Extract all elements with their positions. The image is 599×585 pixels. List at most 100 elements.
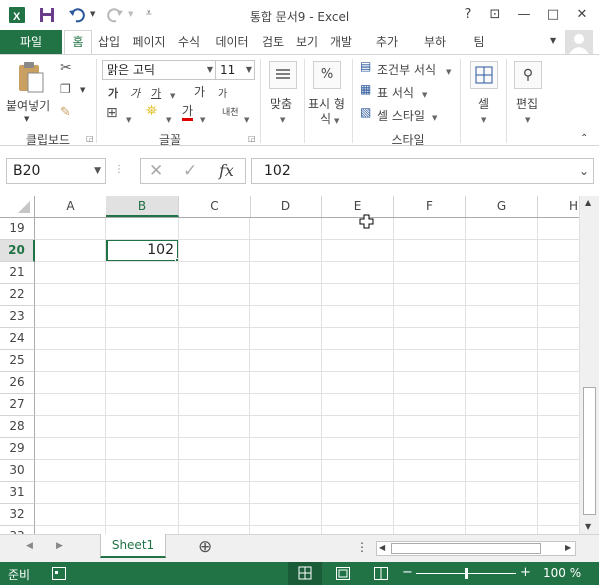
underline-button[interactable]: 가: [151, 85, 161, 101]
number-format-dropdown-icon[interactable]: ▼: [334, 112, 339, 126]
row-header-26[interactable]: 26: [0, 372, 35, 394]
italic-button[interactable]: 가: [130, 85, 140, 101]
horizontal-scrollbar[interactable]: ◀ ▶: [376, 541, 576, 556]
row-header-22[interactable]: 22: [0, 284, 35, 306]
font-name-combo[interactable]: 맑은 고딕 ▼: [102, 60, 216, 80]
column-header-d[interactable]: D: [250, 196, 322, 217]
row-header-24[interactable]: 24: [0, 328, 35, 350]
scroll-right-icon[interactable]: ▶: [565, 543, 571, 552]
macro-record-icon[interactable]: [52, 567, 66, 580]
active-cell[interactable]: 102: [106, 239, 179, 262]
percent-icon[interactable]: %: [313, 61, 341, 89]
alignment-icon[interactable]: [269, 61, 297, 89]
underline-dropdown-icon[interactable]: ▼: [170, 87, 175, 101]
cancel-icon[interactable]: ✕: [149, 161, 163, 181]
column-header-c[interactable]: C: [179, 196, 251, 217]
conditional-formatting-dropdown-icon[interactable]: ▼: [446, 63, 451, 77]
normal-view-button[interactable]: [288, 562, 322, 585]
collapse-ribbon-caret-icon[interactable]: ⌃: [580, 133, 588, 144]
row-header-25[interactable]: 25: [0, 350, 35, 372]
scroll-down-icon[interactable]: ▼: [585, 522, 591, 531]
row-header-23[interactable]: 23: [0, 306, 35, 328]
ribbon-display-options-button[interactable]: ⊡: [482, 4, 508, 26]
alignment-button[interactable]: 맞춤: [270, 95, 292, 112]
zoom-level[interactable]: 100 %: [543, 566, 581, 580]
worksheet-grid[interactable]: ABCDEFGH 102 19 20 21 22 23 24 25 26 27 28 29 30 31 3…: [0, 196, 579, 534]
row-header-19[interactable]: 19: [0, 218, 35, 240]
binoculars-icon[interactable]: ⚲: [514, 61, 542, 89]
tab-split-grip-icon[interactable]: ⋮: [356, 540, 368, 554]
next-sheet-icon[interactable]: ▶: [56, 541, 63, 551]
sheet-tab-sheet1[interactable]: Sheet1: [100, 534, 166, 558]
tab-page-layout[interactable]: 페이지: [128, 30, 170, 54]
cells-icon[interactable]: [470, 61, 498, 89]
paste-icon[interactable]: [16, 61, 46, 95]
paste-button[interactable]: 붙여넣기: [6, 97, 50, 114]
font-color-button[interactable]: 가: [182, 105, 194, 121]
vertical-scrollbar[interactable]: ▲ ▼: [579, 196, 599, 534]
row-header-20[interactable]: 20: [0, 240, 35, 262]
scroll-left-icon[interactable]: ◀: [379, 543, 385, 552]
tab-data[interactable]: 데이터: [210, 30, 254, 54]
vertical-scroll-thumb[interactable]: [583, 387, 596, 515]
enter-icon[interactable]: ✓: [183, 161, 197, 181]
zoom-in-button[interactable]: +: [520, 565, 531, 580]
tab-developer[interactable]: 개발: [326, 30, 356, 54]
cells-button[interactable]: 셀: [478, 95, 489, 112]
insert-function-icon[interactable]: fx: [219, 161, 234, 180]
phonetic-guide-button[interactable]: 내천: [222, 105, 239, 118]
select-all-corner[interactable]: [0, 196, 35, 217]
font-dialog-launcher-icon[interactable]: ◲: [248, 134, 256, 143]
formula-input[interactable]: 102 ⌄: [251, 158, 594, 184]
tab-review[interactable]: 검토: [258, 30, 288, 54]
tab-view[interactable]: 보기: [292, 30, 322, 54]
row-header-33[interactable]: 33: [0, 526, 35, 534]
cut-icon[interactable]: ✂: [60, 60, 72, 76]
row-header-21[interactable]: 21: [0, 262, 35, 284]
name-box[interactable]: B20 ▼: [6, 158, 106, 184]
help-button[interactable]: ?: [455, 4, 481, 26]
borders-dropdown-icon[interactable]: ▼: [126, 111, 131, 125]
horizontal-scroll-thumb[interactable]: [391, 543, 541, 554]
font-color-dropdown-icon[interactable]: ▼: [200, 111, 205, 125]
tab-insert[interactable]: 삽입: [94, 30, 124, 54]
row-header-28[interactable]: 28: [0, 416, 35, 438]
shrink-font-button[interactable]: 가: [218, 85, 227, 100]
copy-icon[interactable]: ❐: [60, 82, 71, 96]
grow-font-button[interactable]: 가: [194, 83, 205, 100]
column-header-g[interactable]: G: [466, 196, 538, 217]
minimize-button[interactable]: —: [511, 4, 537, 26]
expand-formula-bar-icon[interactable]: ⌄: [579, 159, 589, 183]
bold-button[interactable]: 가: [108, 85, 118, 101]
zoom-out-button[interactable]: −: [402, 565, 413, 580]
borders-icon[interactable]: ⊞: [106, 105, 118, 121]
tab-home[interactable]: 홈: [64, 30, 92, 55]
zoom-slider-thumb[interactable]: [465, 568, 468, 579]
scroll-up-icon[interactable]: ▲: [585, 198, 591, 207]
column-header-h[interactable]: H: [538, 196, 579, 217]
account-avatar[interactable]: [565, 30, 593, 54]
column-header-a[interactable]: A: [35, 196, 107, 217]
row-header-32[interactable]: 32: [0, 504, 35, 526]
row-header-29[interactable]: 29: [0, 438, 35, 460]
row-header-27[interactable]: 27: [0, 394, 35, 416]
tab-formulas[interactable]: 수식: [174, 30, 204, 54]
editing-button[interactable]: 편집: [516, 95, 538, 112]
collapse-ribbon-icon[interactable]: ▼: [550, 36, 556, 45]
close-button[interactable]: ✕: [569, 4, 595, 26]
new-sheet-button[interactable]: ⊕: [198, 537, 212, 557]
font-size-combo[interactable]: 11 ▼: [215, 60, 255, 80]
cell-styles-button[interactable]: 셀 스타일: [377, 107, 425, 124]
copy-dropdown-icon[interactable]: ▼: [80, 86, 85, 94]
row-header-31[interactable]: 31: [0, 482, 35, 504]
tab-addins[interactable]: 추가: [372, 30, 402, 54]
maximize-button[interactable]: □: [540, 4, 566, 26]
format-as-table-button[interactable]: 표 서식: [377, 84, 414, 101]
phonetic-dropdown-icon[interactable]: ▼: [244, 111, 249, 125]
fill-color-dropdown-icon[interactable]: ▼: [166, 111, 171, 125]
fill-color-icon[interactable]: ⛯: [146, 103, 157, 119]
prev-sheet-icon[interactable]: ◀: [26, 541, 33, 551]
clipboard-dialog-launcher-icon[interactable]: ◲: [86, 134, 94, 143]
column-header-f[interactable]: F: [394, 196, 466, 217]
column-header-b[interactable]: B: [106, 196, 179, 217]
